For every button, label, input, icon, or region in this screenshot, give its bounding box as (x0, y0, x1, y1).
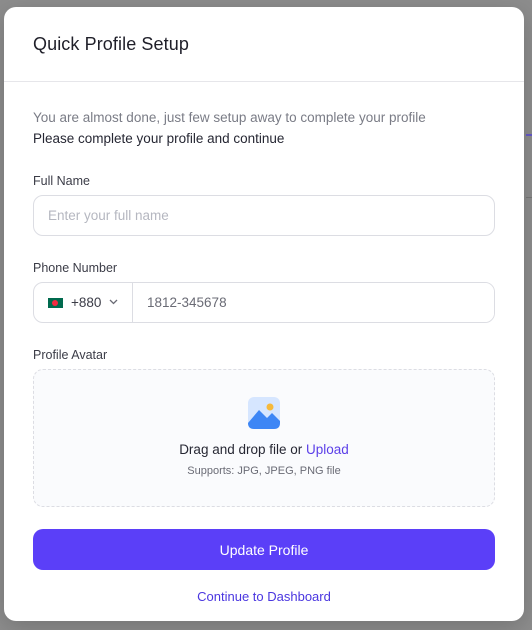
modal-body: You are almost done, just few setup away… (4, 110, 524, 604)
image-icon (248, 397, 280, 429)
dropzone-text: Drag and drop file or Upload (179, 442, 349, 457)
full-name-label: Full Name (33, 174, 90, 188)
modal-header: Quick Profile Setup (4, 7, 524, 82)
phone-number-field: +880 (33, 282, 495, 323)
upload-link[interactable]: Upload (306, 442, 349, 457)
profile-setup-modal: Quick Profile Setup You are almost done,… (4, 7, 524, 621)
chevron-down-icon (109, 297, 118, 308)
update-profile-button[interactable]: Update Profile (33, 529, 495, 570)
drag-drop-text: Drag and drop file or (179, 442, 307, 457)
bangladesh-flag-icon (48, 297, 63, 308)
avatar-dropzone[interactable]: Drag and drop file or Upload Supports: J… (33, 369, 495, 507)
profile-avatar-label: Profile Avatar (33, 348, 108, 362)
phone-number-label: Phone Number (33, 261, 118, 275)
full-name-input[interactable] (33, 195, 495, 236)
continue-to-dashboard-link[interactable]: Continue to Dashboard (33, 589, 495, 604)
country-code: +880 (71, 295, 102, 310)
background-divider (526, 197, 532, 198)
intro-instruction: Please complete your profile and continu… (33, 131, 285, 146)
country-code-select[interactable]: +880 (34, 283, 133, 322)
modal-title: Quick Profile Setup (33, 33, 189, 54)
phone-number-input[interactable] (133, 283, 494, 322)
background-tab-indicator (526, 134, 532, 136)
supported-formats-text: Supports: JPG, JPEG, PNG file (187, 465, 341, 477)
intro-text: You are almost done, just few setup away… (33, 110, 426, 125)
